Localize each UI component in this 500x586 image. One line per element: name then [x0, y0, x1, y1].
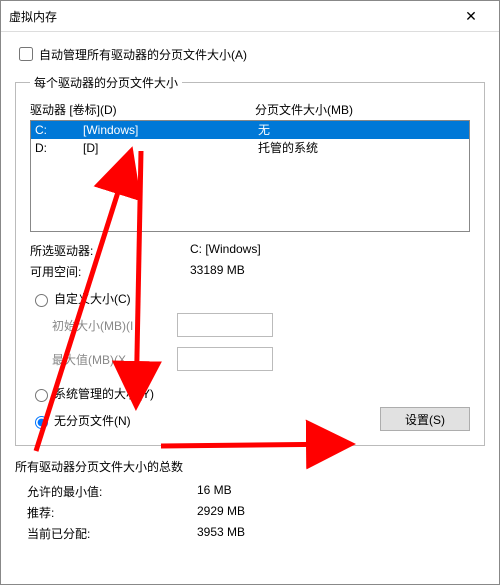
list-item[interactable]: C: [Windows] 无	[31, 121, 469, 139]
drive-paging: 托管的系统	[258, 139, 465, 157]
initial-size-input	[177, 313, 273, 337]
drive-volume: [D]	[83, 139, 258, 157]
list-header: 驱动器 [卷标](D) 分页文件大小(MB)	[30, 101, 470, 118]
selected-drive-value: C: [Windows]	[190, 242, 470, 259]
recommended-value: 2929 MB	[197, 504, 245, 521]
drive-letter: C:	[35, 121, 83, 139]
auto-manage-label: 自动管理所有驱动器的分页文件大小(A)	[39, 46, 247, 63]
drive-volume: [Windows]	[83, 121, 258, 139]
titlebar: 虚拟内存 ✕	[1, 1, 499, 32]
virtual-memory-dialog: 虚拟内存 ✕ 自动管理所有驱动器的分页文件大小(A) 每个驱动器的分页文件大小 …	[0, 0, 500, 585]
initial-size-label: 初始大小(MB)(I	[52, 317, 177, 334]
radio-none-input[interactable]	[35, 416, 48, 429]
recommended-label: 推荐:	[27, 504, 197, 521]
header-drive: 驱动器 [卷标](D)	[30, 101, 255, 118]
available-space-value: 33189 MB	[190, 263, 470, 280]
radio-system-label: 系统管理的大小(Y)	[54, 385, 154, 402]
currently-allocated-label: 当前已分配:	[27, 525, 197, 542]
drive-letter: D:	[35, 139, 83, 157]
drive-paging: 无	[258, 121, 465, 139]
radio-system-managed[interactable]: 系统管理的大小(Y)	[30, 385, 470, 402]
close-icon[interactable]: ✕	[451, 8, 491, 25]
max-size-input	[177, 347, 273, 371]
max-size-label: 最大值(MB)(X	[52, 351, 177, 368]
auto-manage-input[interactable]	[19, 47, 33, 61]
set-button[interactable]: 设置(S)	[380, 407, 470, 431]
available-space-label: 可用空间:	[30, 263, 190, 280]
drive-list[interactable]: C: [Windows] 无 D: [D] 托管的系统	[30, 120, 470, 232]
min-allowed-label: 允许的最小值:	[27, 483, 197, 500]
totals-title: 所有驱动器分页文件大小的总数	[15, 458, 485, 475]
selected-drive-label: 所选驱动器:	[30, 242, 190, 259]
header-paging: 分页文件大小(MB)	[255, 101, 470, 118]
radio-system-input[interactable]	[35, 389, 48, 402]
radio-custom-label: 自定义大小(C)	[54, 290, 131, 307]
per-drive-legend: 每个驱动器的分页文件大小	[30, 74, 182, 91]
radio-custom-size[interactable]: 自定义大小(C)	[30, 290, 470, 307]
window-title: 虚拟内存	[9, 8, 57, 25]
per-drive-group: 每个驱动器的分页文件大小 驱动器 [卷标](D) 分页文件大小(MB) C: […	[15, 74, 485, 446]
auto-manage-checkbox[interactable]: 自动管理所有驱动器的分页文件大小(A)	[15, 44, 485, 64]
min-allowed-value: 16 MB	[197, 483, 232, 500]
radio-none-label: 无分页文件(N)	[54, 412, 131, 429]
currently-allocated-value: 3953 MB	[197, 525, 245, 542]
radio-custom-input[interactable]	[35, 294, 48, 307]
dialog-body: 自动管理所有驱动器的分页文件大小(A) 每个驱动器的分页文件大小 驱动器 [卷标…	[1, 32, 499, 584]
list-item[interactable]: D: [D] 托管的系统	[31, 139, 469, 157]
